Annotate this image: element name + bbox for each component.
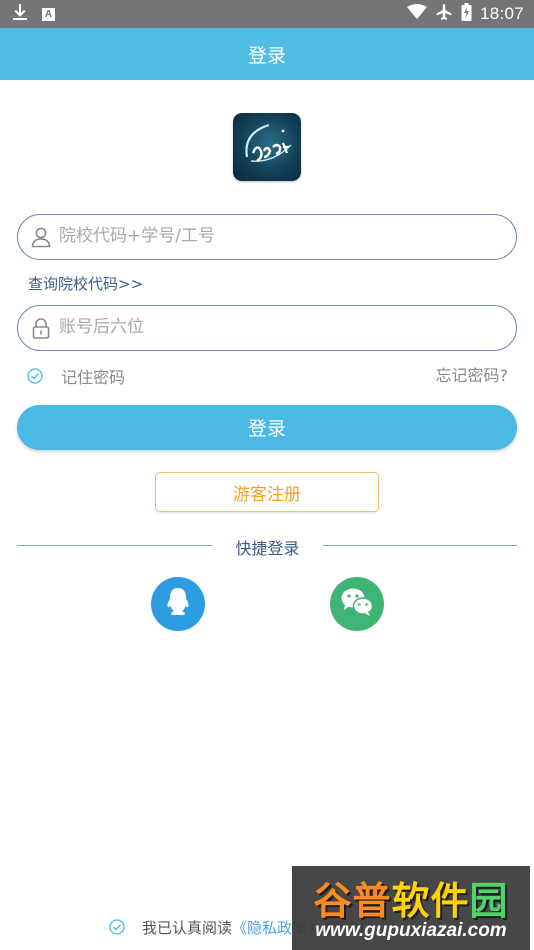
remember-password-label[interactable]: 记住密码: [61, 364, 125, 388]
user-icon: [30, 226, 52, 248]
status-time: 18:07: [479, 4, 524, 23]
password-input-placeholder[interactable]: 账号后六位: [59, 306, 144, 349]
query-school-code-link[interactable]: 查询院校代码>>: [28, 273, 143, 294]
watermark-title: 谷普软件园: [298, 870, 524, 925]
download-icon: [12, 3, 28, 25]
app-logo-icon: [233, 113, 301, 181]
page-title: 登录: [247, 44, 286, 67]
password-field[interactable]: 账号后六位: [17, 305, 517, 351]
lock-icon: [30, 317, 52, 339]
watermark-logo: 谷普软件园 www.gupuxiazai.com: [292, 866, 530, 950]
watermark-part-2: 软件: [391, 879, 470, 923]
status-bar: A 18:07: [0, 0, 534, 28]
quick-login-label: 快捷登录: [235, 539, 300, 558]
check-circle-icon[interactable]: [27, 368, 43, 384]
a-notification-icon: A: [42, 7, 55, 21]
wechat-icon: [340, 587, 374, 621]
airplane-icon: [435, 3, 453, 25]
account-field[interactable]: 院校代码+学号/工号: [17, 214, 517, 260]
wechat-login-button[interactable]: [330, 577, 384, 631]
forgot-password-link[interactable]: 忘记密码?: [436, 365, 509, 387]
status-bar-right: 18:07: [406, 3, 524, 25]
status-bar-left: A: [12, 4, 55, 24]
account-input-placeholder[interactable]: 院校代码+学号/工号: [59, 215, 215, 258]
divider-right: [323, 545, 517, 546]
watermark-url: www.gupuxiazai.com: [315, 920, 507, 941]
watermark-part-1: 谷普: [313, 879, 392, 923]
divider-left: [17, 545, 212, 546]
qq-login-button[interactable]: [151, 577, 205, 631]
agreement-check-icon[interactable]: [109, 919, 125, 935]
guest-register-button[interactable]: 游客注册: [155, 472, 379, 512]
title-bar: 登录: [0, 28, 534, 80]
remember-password-toggle[interactable]: 记住密码: [27, 365, 125, 387]
wifi-icon: [406, 4, 427, 24]
battery-icon: [461, 3, 472, 25]
watermark-part-3: 园: [469, 879, 509, 923]
login-page: A 18:07 登录 院校代码+学号/工号 查询院校代码>> 账号后六位 记住密…: [0, 0, 534, 950]
qq-icon: [163, 586, 193, 622]
login-button[interactable]: 登录: [17, 405, 517, 450]
agreement-prefix: 我已认真阅读: [142, 918, 233, 937]
